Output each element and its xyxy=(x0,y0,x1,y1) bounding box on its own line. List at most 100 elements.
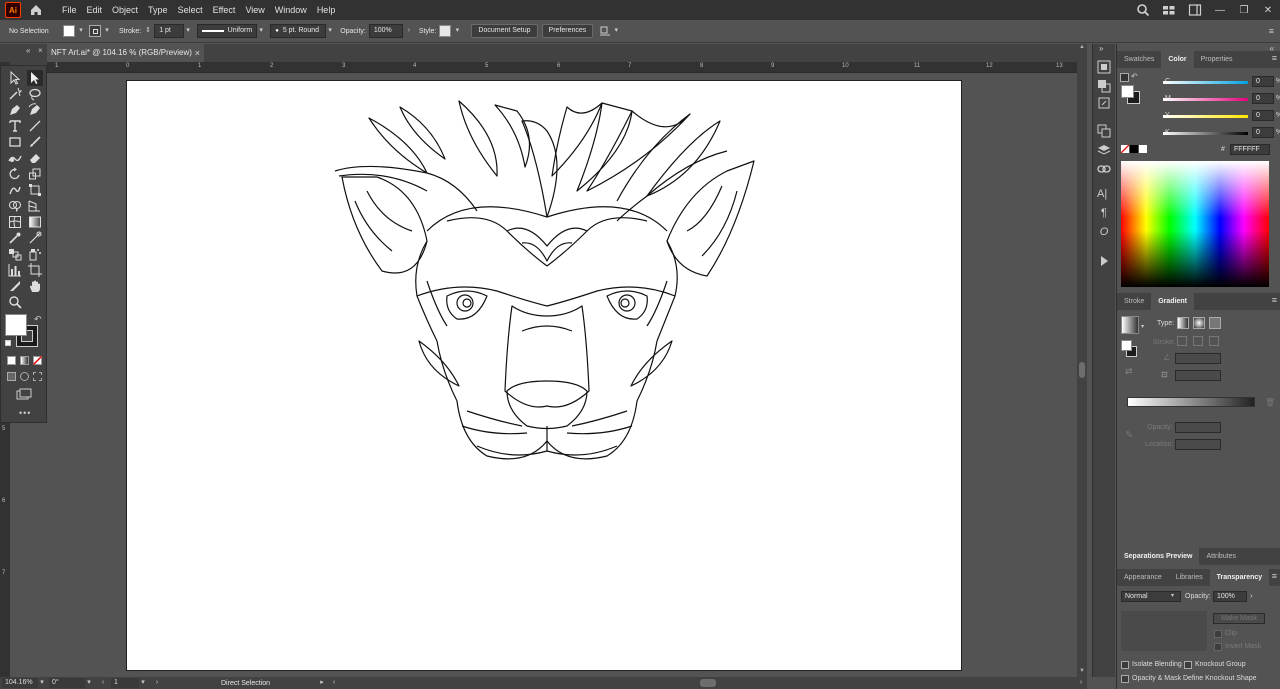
channel-k-field[interactable]: 0 xyxy=(1252,127,1274,138)
warp-tool[interactable] xyxy=(8,183,22,197)
collapse-toolbox-icon[interactable]: « xyxy=(26,46,30,55)
clip-checkbox[interactable] xyxy=(1214,630,1222,638)
curvature-tool[interactable] xyxy=(28,103,42,117)
align-panel-icon[interactable] xyxy=(1097,60,1111,74)
opentype-panel-icon[interactable]: O xyxy=(1097,226,1111,240)
minimize-button[interactable]: — xyxy=(1208,0,1232,20)
artboard[interactable] xyxy=(126,80,962,671)
channel-y-slider[interactable] xyxy=(1163,115,1248,118)
transparency-opacity-arrow-icon[interactable]: › xyxy=(1250,591,1253,600)
rectangle-tool[interactable] xyxy=(8,135,22,149)
line-segment-tool[interactable] xyxy=(28,119,42,133)
channel-c-slider[interactable] xyxy=(1163,81,1248,84)
close-window-button[interactable]: ✕ xyxy=(1256,0,1280,20)
gradient-preview-swatch[interactable] xyxy=(1121,316,1139,334)
tab-appearance[interactable]: Appearance xyxy=(1117,569,1169,586)
channel-y-field[interactable]: 0 xyxy=(1252,110,1274,121)
scroll-right-icon[interactable]: › xyxy=(1077,679,1085,687)
gradient-mode-icon[interactable] xyxy=(20,356,29,365)
symbol-sprayer-tool[interactable] xyxy=(28,247,42,261)
none-mode-icon[interactable] xyxy=(33,356,42,365)
zoom-level-field[interactable]: 104.16% xyxy=(2,678,38,688)
tab-separations-preview[interactable]: Separations Preview xyxy=(1117,548,1200,565)
document-tab[interactable]: NFT Art.ai* @ 104.16 % (RGB/Preview) × xyxy=(47,44,204,62)
arrange-dropdown-icon[interactable]: ▾ xyxy=(612,27,620,35)
horizontal-scroll-thumb[interactable] xyxy=(700,679,716,687)
gradient-tool[interactable] xyxy=(28,215,42,229)
stroke-within-icon[interactable] xyxy=(1177,336,1187,346)
edit-toolbar-icon[interactable]: ••• xyxy=(19,408,31,418)
opacity-mask-define-checkbox[interactable] xyxy=(1121,675,1129,683)
stroke-along-icon[interactable] xyxy=(1193,336,1203,346)
menu-file[interactable]: File xyxy=(57,0,82,20)
fill-dropdown-icon[interactable]: ▾ xyxy=(77,27,85,35)
stroke-across-icon[interactable] xyxy=(1209,336,1219,346)
pen-tool[interactable] xyxy=(8,103,22,117)
rotate-tool[interactable] xyxy=(8,167,22,181)
channel-k-slider[interactable] xyxy=(1163,132,1248,135)
transform-panel-icon[interactable] xyxy=(1097,96,1111,110)
channel-m-field[interactable]: 0 xyxy=(1252,93,1274,104)
fill-swatch[interactable] xyxy=(63,25,75,37)
restore-button[interactable]: ❐ xyxy=(1232,0,1256,20)
menu-type[interactable]: Type xyxy=(143,0,173,20)
invert-mask-checkbox[interactable] xyxy=(1214,643,1222,651)
delete-stop-icon[interactable]: 🗑 xyxy=(1265,398,1275,407)
freeform-gradient-button[interactable] xyxy=(1209,317,1221,329)
opacity-arrow-icon[interactable]: › xyxy=(405,27,413,35)
stroke-weight-field[interactable]: 1 pt xyxy=(154,24,185,38)
channel-m-slider[interactable] xyxy=(1163,98,1248,101)
menu-object[interactable]: Object xyxy=(107,0,143,20)
gradient-eyedropper-icon[interactable]: ✎ xyxy=(1125,430,1133,441)
draw-normal-icon[interactable] xyxy=(7,372,16,381)
menu-help[interactable]: Help xyxy=(312,0,341,20)
eyedropper-tool[interactable] xyxy=(8,231,22,245)
magic-wand-tool[interactable] xyxy=(8,87,23,101)
selection-tool[interactable] xyxy=(8,70,22,85)
zoom-tool[interactable] xyxy=(8,295,22,309)
eraser-tool[interactable] xyxy=(28,151,42,165)
gradient-slider[interactable] xyxy=(1127,397,1255,407)
character-panel-icon[interactable]: A| xyxy=(1097,188,1111,202)
opacity-field[interactable]: 100% xyxy=(368,24,403,38)
style-dropdown-icon[interactable]: ▾ xyxy=(453,27,461,35)
swap-fill-stroke-icon[interactable]: ↶ xyxy=(34,314,42,325)
perspective-grid-tool[interactable] xyxy=(28,199,42,213)
lion-line-art[interactable] xyxy=(327,95,767,475)
slice-tool[interactable] xyxy=(8,279,22,293)
blend-mode-dropdown-icon[interactable]: ▾ xyxy=(1171,592,1174,599)
paintbrush-tool[interactable] xyxy=(28,135,42,149)
scroll-left-icon[interactable]: ‹ xyxy=(330,679,338,687)
hand-tool[interactable] xyxy=(28,279,42,293)
graphic-style-swatch[interactable] xyxy=(439,25,452,37)
draw-behind-icon[interactable] xyxy=(20,372,29,381)
channel-c-field[interactable]: 0 xyxy=(1252,76,1274,87)
radial-gradient-button[interactable] xyxy=(1193,317,1205,329)
zoom-dropdown-icon[interactable]: ▾ xyxy=(38,679,46,687)
paragraph-panel-icon[interactable]: ¶ xyxy=(1097,207,1111,221)
vertical-scroll-thumb[interactable] xyxy=(1079,362,1085,378)
horizontal-ruler[interactable]: 1 0 1 2 3 4 5 6 7 8 9 10 11 12 13 xyxy=(47,62,1077,73)
stroke-stepper-icon[interactable]: ⇕ xyxy=(144,27,152,35)
screen-mode-icon[interactable] xyxy=(16,388,32,400)
arrange-icon[interactable] xyxy=(599,25,611,37)
artboards-panel-icon[interactable] xyxy=(1097,124,1111,138)
tab-properties[interactable]: Properties xyxy=(1194,51,1240,68)
opacity-label[interactable]: Opacity: xyxy=(340,28,366,35)
links-panel-icon[interactable] xyxy=(1097,162,1111,176)
scroll-down-icon[interactable]: ▼ xyxy=(1079,668,1085,674)
lasso-tool[interactable] xyxy=(28,87,42,101)
pathfinder-panel-icon[interactable] xyxy=(1097,79,1111,93)
stroke-swatch[interactable] xyxy=(89,25,101,37)
color-panel-menu-icon[interactable]: ≡ xyxy=(1272,53,1277,63)
make-mask-button[interactable]: Make Mask xyxy=(1213,613,1265,624)
document-setup-button[interactable]: Document Setup xyxy=(471,24,538,38)
scale-tool[interactable] xyxy=(28,167,42,181)
tab-libraries[interactable]: Libraries xyxy=(1169,569,1210,586)
brush-dropdown-icon[interactable]: ▾ xyxy=(326,27,334,35)
previous-artboard-icon[interactable]: ‹ xyxy=(99,679,107,687)
black-swatch[interactable] xyxy=(1130,145,1138,153)
vertical-scrollbar[interactable]: ▲ ▼ xyxy=(1077,44,1087,677)
linear-gradient-button[interactable] xyxy=(1177,317,1189,329)
gradient-fill-box[interactable] xyxy=(1121,340,1132,351)
